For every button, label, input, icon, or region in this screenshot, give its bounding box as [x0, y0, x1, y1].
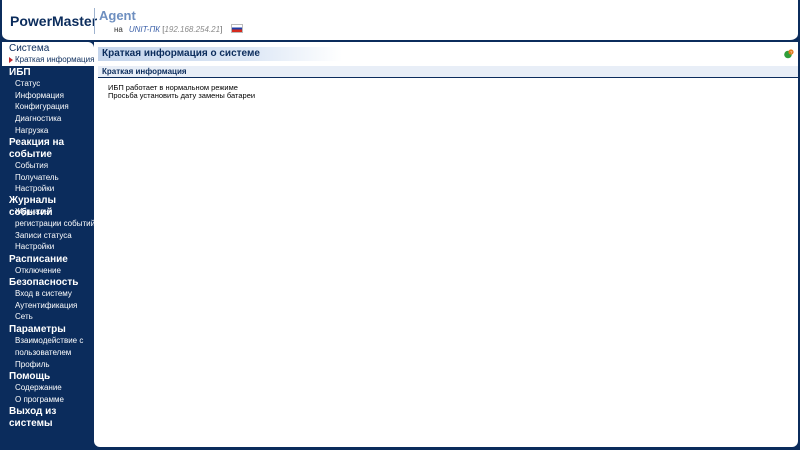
nav-section-system[interactable]: Система: [9, 43, 49, 55]
nav-item-configuration[interactable]: Конфигурация: [15, 102, 69, 112]
nav-item-events[interactable]: События: [15, 161, 48, 171]
page-title: Краткая информация о системе: [98, 47, 342, 61]
watermark-3d-text: 3D: [656, 356, 700, 397]
nav-item-login[interactable]: Вход в систему: [15, 289, 72, 299]
nav-item-event-logs-line1[interactable]: Журналы: [15, 207, 50, 217]
language-flag-icon[interactable]: [230, 24, 243, 33]
nav-section-schedule[interactable]: Расписание: [9, 254, 68, 266]
agent-title: Agent: [99, 8, 136, 23]
host-name: UNIT-ПК: [128, 25, 160, 34]
nav-section-logout[interactable]: Выход из системы: [9, 406, 94, 430]
ip-address: 192.168.254.21: [164, 25, 221, 34]
nav-section-event-response-line1[interactable]: Реакция на: [9, 137, 64, 149]
watermark-news-text: NEWS: [712, 374, 754, 390]
nav-section-parameters[interactable]: Параметры: [9, 324, 66, 336]
bracket-close: ]: [220, 25, 223, 34]
3dnews-watermark: 3D NEWS Daily Digital Digest: [648, 356, 786, 434]
watermark-tagline: Daily Digital Digest: [654, 403, 747, 415]
nav-item-profile[interactable]: Профиль: [15, 360, 50, 370]
help-icon[interactable]: ?: [784, 49, 794, 59]
header-bar: PowerMaster Agent на UNIT-ПК [192.168.254…: [2, 0, 798, 42]
nav-section-event-response-line2[interactable]: событие: [9, 149, 52, 161]
header-divider: [94, 8, 95, 34]
nav-item-authentication[interactable]: Аутентификация: [15, 301, 77, 311]
nav-item-contents[interactable]: Содержание: [15, 383, 62, 393]
nav-item-diagnostics[interactable]: Диагностика: [15, 114, 61, 124]
nav-item-user-interaction-line2[interactable]: пользователем: [15, 348, 71, 358]
nav-item-network[interactable]: Сеть: [15, 312, 33, 322]
agent-host-line: на UNIT-ПК [192.168.254.21]: [114, 24, 243, 34]
current-page-arrow-icon: [9, 57, 13, 63]
battery-date-message: Просьба установить дату замены батареи: [108, 91, 256, 100]
sidebar-nav: Система Краткая информация ИБП Статус Ин…: [0, 42, 95, 450]
nav-item-event-logs-line2[interactable]: регистрации событий: [15, 219, 95, 229]
nav-item-status-records[interactable]: Записи статуса: [15, 231, 72, 241]
nav-item-information[interactable]: Информация: [15, 91, 64, 101]
nav-item-status[interactable]: Статус: [15, 79, 40, 89]
nav-item-recipient[interactable]: Получатель: [15, 173, 59, 183]
nav-item-summary[interactable]: Краткая информация: [15, 55, 94, 65]
nav-section-ups[interactable]: ИБП: [9, 67, 31, 79]
nav-item-about[interactable]: О программе: [15, 395, 64, 405]
nav-item-event-settings[interactable]: Настройки: [15, 184, 54, 194]
nav-item-load[interactable]: Нагрузка: [15, 126, 48, 136]
nav-section-help[interactable]: Помощь: [9, 371, 50, 383]
nav-item-log-settings[interactable]: Настройки: [15, 242, 54, 252]
summary-section-header: Краткая информация: [98, 66, 798, 78]
nav-section-security[interactable]: Безопасность: [9, 277, 78, 289]
powermaster-logo: PowerMaster: [10, 13, 98, 29]
nav-item-user-interaction-line1[interactable]: Взаимодействие с: [15, 336, 83, 346]
on-label: на: [114, 25, 123, 34]
nav-item-shutdown[interactable]: Отключение: [15, 266, 61, 276]
